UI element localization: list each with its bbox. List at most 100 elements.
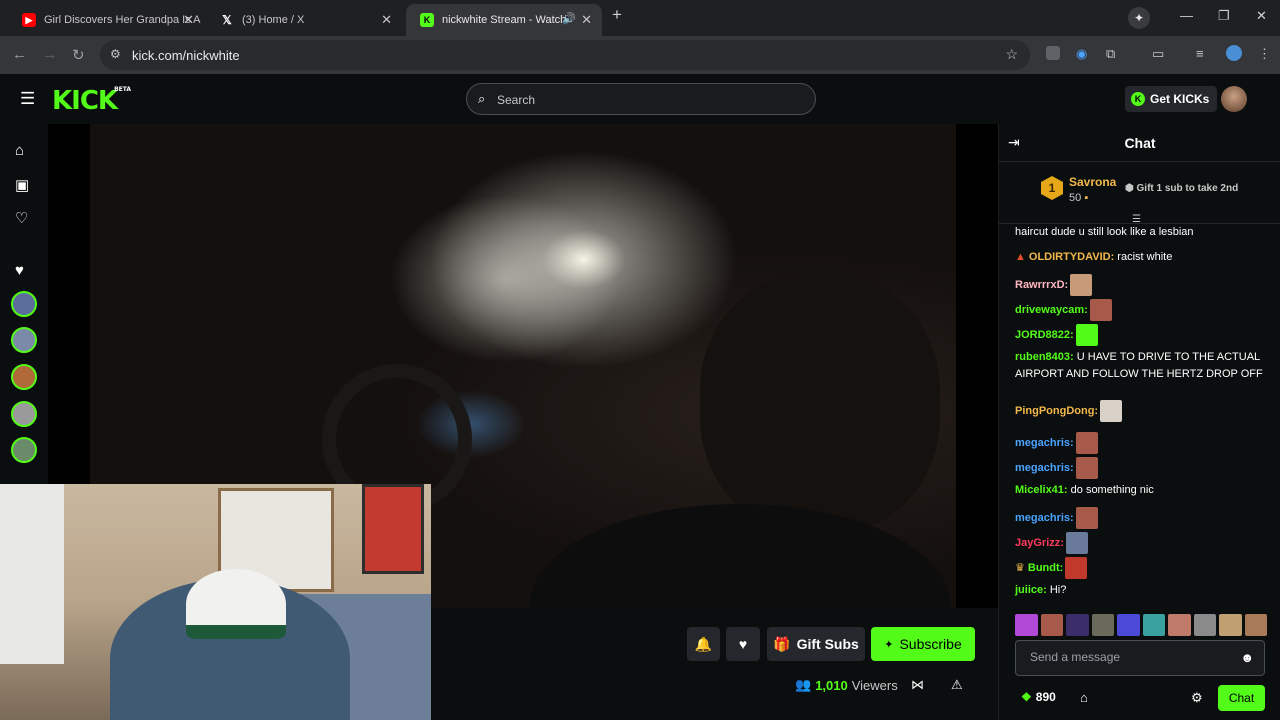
following-heart-icon[interactable]: ♡ bbox=[15, 209, 28, 227]
hamburger-menu-icon[interactable]: ☰ bbox=[20, 89, 35, 109]
channel-points[interactable]: ❖ 890 bbox=[1021, 690, 1056, 704]
emote[interactable] bbox=[1193, 614, 1216, 636]
new-tab-icon[interactable]: + bbox=[612, 5, 622, 25]
chat-emote[interactable] bbox=[1075, 432, 1098, 454]
chat-message: RawrrrxD: bbox=[1015, 274, 1263, 296]
chat-message: juiice: Hi? bbox=[1015, 582, 1263, 599]
chat-input-box[interactable]: ☻ bbox=[1015, 640, 1265, 676]
close-tab-icon[interactable]: ✕ bbox=[183, 12, 194, 28]
chat-username[interactable]: OLDIRTYDAVID: bbox=[1029, 251, 1114, 263]
follow-button[interactable]: ♥ bbox=[726, 627, 760, 661]
store-icon[interactable]: ⌂ bbox=[1080, 690, 1088, 705]
rank-badge: 1 bbox=[1041, 176, 1063, 200]
get-kicks-button[interactable]: K Get KICKs bbox=[1125, 86, 1218, 112]
emote[interactable] bbox=[1066, 614, 1089, 636]
chat-message-input[interactable] bbox=[1030, 650, 1230, 664]
profile-icon[interactable] bbox=[1226, 45, 1242, 61]
chat-text: Hi? bbox=[1046, 584, 1067, 596]
leader-amount: 50 ▪ bbox=[1069, 192, 1089, 204]
back-icon[interactable]: ← bbox=[12, 46, 27, 63]
speaker-icon[interactable]: 🔊 bbox=[562, 12, 576, 25]
chat-username[interactable]: Micelix41: bbox=[1015, 484, 1068, 496]
browser-tab-kick[interactable]: K nickwhite Stream - Watch L 🔊 ✕ bbox=[406, 4, 602, 36]
chat-emote[interactable] bbox=[1070, 274, 1093, 296]
close-tab-icon[interactable]: ✕ bbox=[381, 12, 392, 28]
share-icon[interactable]: ⋈ bbox=[911, 677, 924, 693]
site-info-icon[interactable]: ⚙ bbox=[110, 47, 121, 61]
emote[interactable] bbox=[1244, 614, 1267, 636]
chat-username[interactable]: ruben8403: bbox=[1015, 351, 1074, 363]
gift-prompt[interactable]: ⬢ Gift 1 sub to take 2nd bbox=[1125, 183, 1238, 194]
chat-username[interactable]: JORD8822: bbox=[1015, 329, 1074, 341]
chat-settings-gear-icon[interactable]: ⚙ bbox=[1191, 690, 1203, 706]
kicks-coin-icon: K bbox=[1131, 92, 1145, 106]
followed-channel-avatar[interactable] bbox=[11, 327, 37, 353]
drag-handle-icon[interactable]: ☰ bbox=[1132, 214, 1148, 225]
report-warning-icon[interactable]: ⚠ bbox=[951, 677, 963, 693]
search-input[interactable] bbox=[497, 90, 797, 110]
crown-badge-icon: ♛ bbox=[1015, 561, 1025, 574]
followed-channel-avatar[interactable] bbox=[11, 291, 37, 317]
subscribe-button[interactable]: ✦ Subscribe bbox=[871, 627, 975, 661]
chat-emote[interactable] bbox=[1075, 324, 1098, 346]
chat-username[interactable]: JayGrizz: bbox=[1015, 537, 1064, 549]
followed-channel-avatar[interactable] bbox=[11, 364, 37, 390]
puzzle-icon[interactable]: ⧉ bbox=[1106, 46, 1115, 62]
gift-subs-button[interactable]: 🎁 Gift Subs bbox=[767, 627, 865, 661]
chat-emote[interactable] bbox=[1065, 557, 1088, 579]
chat-message: haircut dude u still look like a lesbian bbox=[1015, 224, 1263, 241]
emote[interactable] bbox=[1040, 614, 1063, 636]
viewers-label: Viewers bbox=[851, 677, 898, 693]
chat-username[interactable]: PingPongDong: bbox=[1015, 405, 1098, 417]
user-avatar[interactable] bbox=[1221, 86, 1247, 112]
forward-icon[interactable]: → bbox=[42, 46, 57, 63]
followed-channel-avatar[interactable] bbox=[11, 437, 37, 463]
emote[interactable] bbox=[1168, 614, 1191, 636]
minimize-icon[interactable]: — bbox=[1180, 8, 1193, 23]
chat-username[interactable]: drivewaycam: bbox=[1015, 304, 1088, 316]
emote[interactable] bbox=[1015, 614, 1038, 636]
chat-emote[interactable] bbox=[1089, 299, 1112, 321]
extension-icon[interactable] bbox=[1046, 46, 1060, 60]
followed-channel-avatar[interactable] bbox=[11, 401, 37, 427]
notification-bell-button[interactable]: 🔔 bbox=[687, 627, 720, 661]
emote[interactable] bbox=[1091, 614, 1114, 636]
chat-emote[interactable] bbox=[1065, 532, 1088, 554]
audio-extension-icon[interactable]: ◉ bbox=[1076, 46, 1087, 62]
chat-username[interactable]: megachris: bbox=[1015, 462, 1074, 474]
chat-username[interactable]: Bundt: bbox=[1028, 562, 1063, 574]
home-icon[interactable]: ⌂ bbox=[15, 142, 24, 159]
chat-message: drivewaycam: bbox=[1015, 299, 1263, 321]
bookmark-star-icon[interactable]: ☆ bbox=[1005, 46, 1018, 63]
chat-message: JORD8822: bbox=[1015, 324, 1263, 346]
chat-username[interactable]: megachris: bbox=[1015, 512, 1074, 524]
emote[interactable] bbox=[1142, 614, 1165, 636]
browser-tab-x[interactable]: 𝕏 (3) Home / X ✕ bbox=[206, 4, 402, 36]
close-tab-icon[interactable]: ✕ bbox=[581, 12, 592, 28]
menu-kebab-icon[interactable]: ⋮ bbox=[1258, 46, 1271, 62]
sidepanel-icon[interactable]: ▭ bbox=[1152, 46, 1164, 62]
chat-title: Chat bbox=[1124, 135, 1156, 151]
chat-emote[interactable] bbox=[1075, 457, 1098, 479]
kick-logo[interactable]: KICK BETA bbox=[52, 86, 131, 116]
emoji-picker-icon[interactable]: ☻ bbox=[1240, 650, 1254, 665]
maximize-icon[interactable]: ❐ bbox=[1218, 8, 1230, 24]
send-chat-button[interactable]: Chat bbox=[1218, 685, 1265, 711]
browser-tab-youtube[interactable]: ▶ Girl Discovers Her Grandpa Is A ✕ bbox=[8, 4, 204, 36]
sparkle-icon[interactable]: ✦ bbox=[1128, 7, 1150, 29]
search-box[interactable]: ⌕ bbox=[466, 83, 816, 115]
leader-name[interactable]: Savrona bbox=[1069, 175, 1116, 189]
url-text: kick.com/nickwhite bbox=[132, 47, 240, 63]
close-window-icon[interactable]: ✕ bbox=[1256, 8, 1267, 24]
chat-emote[interactable] bbox=[1075, 507, 1098, 529]
emote[interactable] bbox=[1219, 614, 1242, 636]
browse-icon[interactable]: ▣ bbox=[15, 176, 29, 194]
reload-icon[interactable]: ↻ bbox=[72, 46, 85, 64]
chat-emote[interactable] bbox=[1100, 400, 1123, 422]
address-bar[interactable]: ⚙ kick.com/nickwhite ☆ bbox=[100, 40, 1030, 70]
chat-username[interactable]: juiice: bbox=[1015, 584, 1047, 596]
emote[interactable] bbox=[1117, 614, 1140, 636]
media-icon[interactable]: ≡ bbox=[1196, 46, 1204, 61]
chat-username[interactable]: megachris: bbox=[1015, 437, 1074, 449]
chat-username[interactable]: RawrrrxD: bbox=[1015, 279, 1068, 291]
